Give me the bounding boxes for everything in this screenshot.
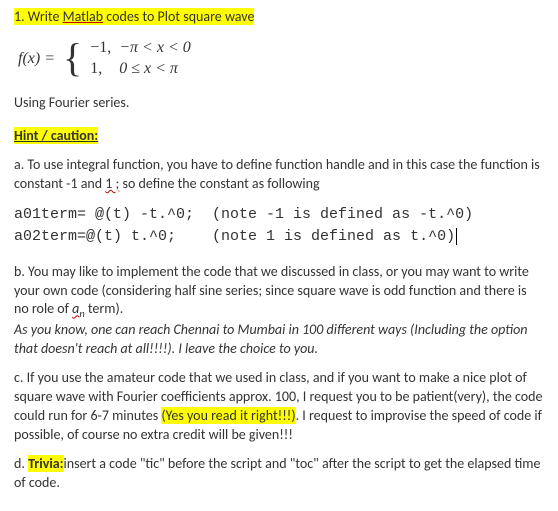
text-cursor-icon <box>456 228 457 245</box>
item-b-suffix: term). <box>85 300 124 317</box>
item-c-highlight: (Yes you read it right!!!) <box>161 407 295 424</box>
eqn-fx: f(x) = <box>14 37 59 80</box>
item-b-an: an <box>72 300 85 317</box>
equation-table: f(x) = { −1, −π < x < 0 1, 0 ≤ x < π <box>14 37 195 80</box>
item-d-prefix: d. <box>14 455 28 472</box>
title-suffix: codes to Plot square wave <box>103 8 254 25</box>
eqn-row1-cond: −π < x < 0 <box>115 37 195 59</box>
eqn-row1-val: −1, <box>86 37 115 59</box>
item-b-line1: b. You may like to implement the code th… <box>14 263 544 322</box>
using-line: Using Fourier series. <box>14 94 544 113</box>
item-c: c. If you use the amateur code that we u… <box>14 369 544 445</box>
item-d-suffix: insert a code "tic" before the script an… <box>14 455 540 491</box>
eqn-brace: { <box>59 37 86 80</box>
question-title: 1. Write Matlab codes to Plot square wav… <box>14 8 544 27</box>
item-d: d. Trivia:insert a code "tic" before the… <box>14 455 544 493</box>
code-block: a01term= @(t) -t.^0; (note -1 is defined… <box>14 204 544 249</box>
code-line1: a01term= @(t) -t.^0; (note -1 is defined… <box>14 206 473 223</box>
item-b-line2: As you know, one can reach Chennai to Mu… <box>14 321 544 359</box>
hint-label: Hint / caution: <box>14 127 98 144</box>
item-b: b. You may like to implement the code th… <box>14 263 544 360</box>
item-d-highlight: Trivia: <box>28 455 63 472</box>
title-matlab-word: Matlab <box>63 8 104 25</box>
eqn-row2-val: 1, <box>86 58 115 80</box>
equation-block: f(x) = { −1, −π < x < 0 1, 0 ≤ x < π <box>14 37 544 80</box>
hint-heading: Hint / caution: <box>14 127 544 146</box>
eqn-row2-cond: 0 ≤ x < π <box>115 58 195 80</box>
item-a: a. To use integral function, you have to… <box>14 156 544 194</box>
title-prefix: 1. Write <box>14 8 63 25</box>
item-a-suffix: so define the constant as following <box>119 175 319 192</box>
code-line2: a02term=@(t) t.^0; (note 1 is defined as… <box>14 228 455 245</box>
title-highlight: 1. Write Matlab codes to Plot square wav… <box>14 8 254 25</box>
item-a-wavy: 1 ; <box>105 175 119 192</box>
